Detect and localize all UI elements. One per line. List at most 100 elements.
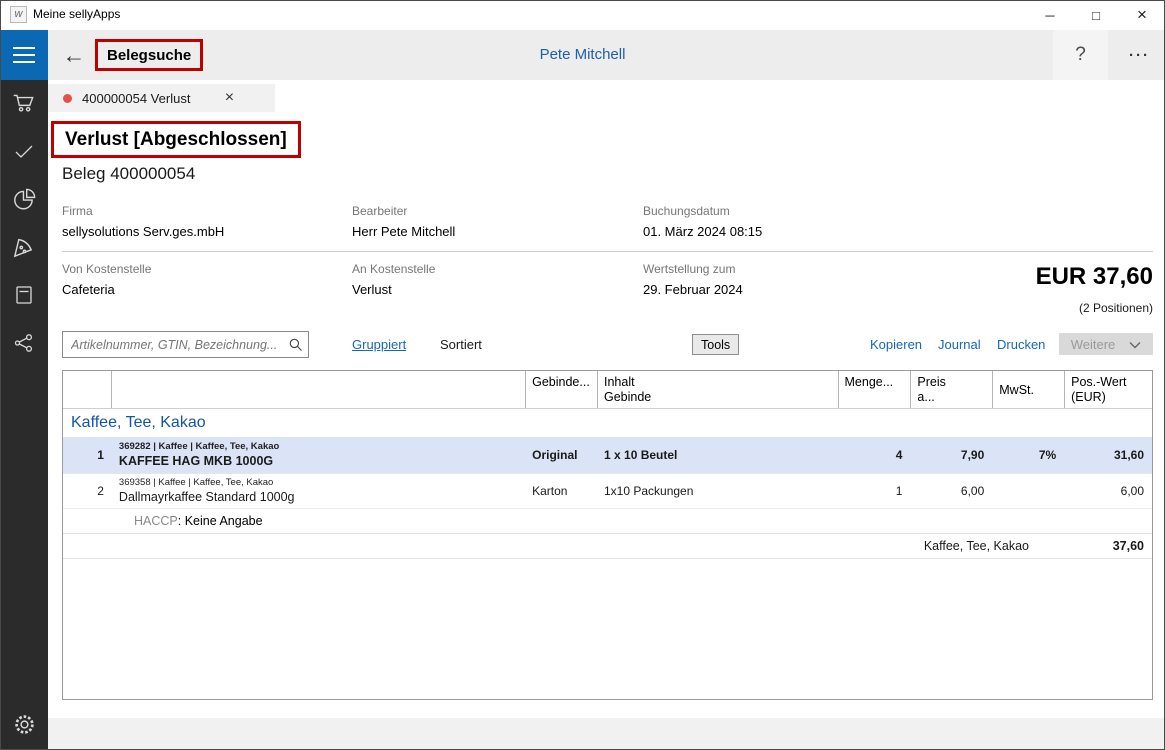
field-label-an-kostenstelle: An Kostenstelle [352,262,435,276]
cell-inhalt: 1x10 Packungen [597,484,838,498]
close-button[interactable]: × [1119,0,1165,30]
sidebar-item-tasks[interactable] [0,128,48,176]
cell-preis: 6,00 [910,484,992,498]
journal-link[interactable]: Journal [938,337,981,352]
column-header-inhalt-gebinde[interactable]: Inhalt Gebinde [597,371,838,408]
annotation-box-doc-title: Verlust [Abgeschlossen] [51,121,301,158]
haccp-value: : Keine Angabe [178,514,263,528]
group-total-value: 37,60 [1064,539,1152,553]
user-name: Pete Mitchell [540,30,626,80]
article-meta: 369282 | Kaffee | Kaffee, Tee, Kakao [119,441,279,453]
document-number: Beleg 400000054 [62,164,195,184]
table-row[interactable]: 1 369282 | Kaffee | Kaffee, Tee, Kakao K… [63,437,1152,473]
maximize-icon: □ [1092,8,1100,23]
cell-preis: 7,90 [910,448,992,462]
cell-pos-wert: 6,00 [1064,484,1152,498]
back-button[interactable]: ← [58,30,90,80]
sorted-label[interactable]: Sortiert [440,337,482,352]
table-row[interactable]: 2 369358 | Kaffee | Kaffee, Tee, Kakao D… [63,473,1152,508]
sidebar-item-settings[interactable] [0,702,48,750]
column-header-menge[interactable]: Menge... [838,371,911,408]
cell-menge: 4 [838,448,911,462]
ellipsis-icon: ··· [1129,47,1150,64]
column-header-mwst[interactable]: MwSt. [992,371,1064,408]
search-icon[interactable] [282,337,308,352]
field-value-buchungsdatum: 01. März 2024 08:15 [643,224,762,239]
gear-icon [11,711,38,741]
sidebar-item-journal[interactable] [0,272,48,320]
document-total: EUR 37,60 [1036,263,1153,291]
titlebar: w Meine sellyApps ─ □ × [0,0,1165,30]
bottom-strip [48,718,1165,750]
search-input[interactable] [63,338,282,352]
field-label-wertstellung: Wertstellung zum [643,262,735,276]
more-actions-label: Weitere [1071,337,1116,352]
page-title: Belegsuche [107,47,191,64]
app-logo-icon: w [10,6,27,23]
column-header-pos-wert[interactable]: Pos.-Wert (EUR) [1064,371,1152,408]
position-count: (2 Positionen) [1079,301,1153,315]
field-label-von-kostenstelle: Von Kostenstelle [62,262,151,276]
window-controls: ─ □ × [1027,0,1165,30]
field-value-wertstellung: 29. Februar 2024 [643,282,743,297]
group-name: Kaffee, Tee, Kakao [63,414,206,432]
chevron-down-icon [1129,337,1141,352]
tools-button[interactable]: Tools [692,334,739,355]
minimize-icon: ─ [1045,8,1054,23]
cell-gebinde: Karton [525,484,597,498]
copy-link[interactable]: Kopieren [870,337,922,352]
minimize-button[interactable]: ─ [1027,0,1073,30]
sidebar-item-cart[interactable] [0,80,48,128]
column-header-gebinde[interactable]: Gebinde... [525,371,597,408]
group-total-label: Kaffee, Tee, Kakao [63,539,1064,553]
field-label-buchungsdatum: Buchungsdatum [643,204,730,218]
close-icon: × [1137,5,1147,25]
column-header-preis[interactable]: Preis a... [910,371,992,408]
cell-pos-wert: 31,60 [1064,448,1152,462]
book-icon [12,283,36,310]
back-arrow-icon: ← [63,42,86,68]
hamburger-menu-button[interactable] [0,30,48,80]
sidebar-item-reports[interactable] [0,176,48,224]
sidebar [0,80,48,750]
row-number: 1 [63,448,111,462]
share-network-icon [12,331,36,358]
field-value-von-kostenstelle: Cafeteria [62,282,115,297]
document-tab[interactable]: 400000054 Verlust × [48,84,275,112]
document-status-title: Verlust [Abgeschlossen] [65,129,287,151]
cell-mwst: 7% [992,448,1064,462]
table-header-row: Gebinde... Inhalt Gebinde Menge... Preis… [63,371,1152,409]
pie-chart-icon [11,186,37,215]
group-header-row[interactable]: Kaffee, Tee, Kakao [63,409,1152,437]
sidebar-item-share[interactable] [0,320,48,368]
article-name: Dallmayrkaffee Standard 1000g [119,489,295,505]
article-name: KAFFEE HAG MKB 1000G [119,453,273,469]
unsaved-dot-icon [63,94,72,103]
help-icon: ? [1075,44,1086,65]
top-app-bar: ← Belegsuche Pete Mitchell ? ··· [0,30,1165,80]
cell-gebinde: Original [525,448,597,462]
row-number: 2 [63,484,111,498]
article-search [62,331,309,358]
field-label-firma: Firma [62,204,93,218]
print-link[interactable]: Drucken [997,337,1045,352]
cell-inhalt: 1 x 10 Beutel [597,448,838,462]
article-meta: 369358 | Kaffee | Kaffee, Tee, Kakao [119,477,273,489]
fields-divider [62,251,1153,252]
close-tab-icon: × [225,89,234,106]
field-label-bearbeiter: Bearbeiter [352,204,407,218]
positions-table: Gebinde... Inhalt Gebinde Menge... Preis… [62,370,1153,700]
hamburger-icon [13,47,35,49]
field-value-firma: sellysolutions Serv.ges.mbH [62,224,224,239]
sidebar-item-food[interactable] [0,224,48,272]
tab-label: 400000054 Verlust [82,91,190,106]
more-actions-button[interactable]: Weitere [1059,333,1153,355]
checkmark-icon [12,139,36,166]
tab-close-button[interactable]: × [218,89,240,107]
grouped-link[interactable]: Gruppiert [352,337,406,352]
more-options-button[interactable]: ··· [1114,30,1165,80]
maximize-button[interactable]: □ [1073,0,1119,30]
help-button[interactable]: ? [1053,30,1108,80]
main-content: 400000054 Verlust × Verlust [Abgeschloss… [48,80,1165,750]
pizza-icon [11,234,37,263]
